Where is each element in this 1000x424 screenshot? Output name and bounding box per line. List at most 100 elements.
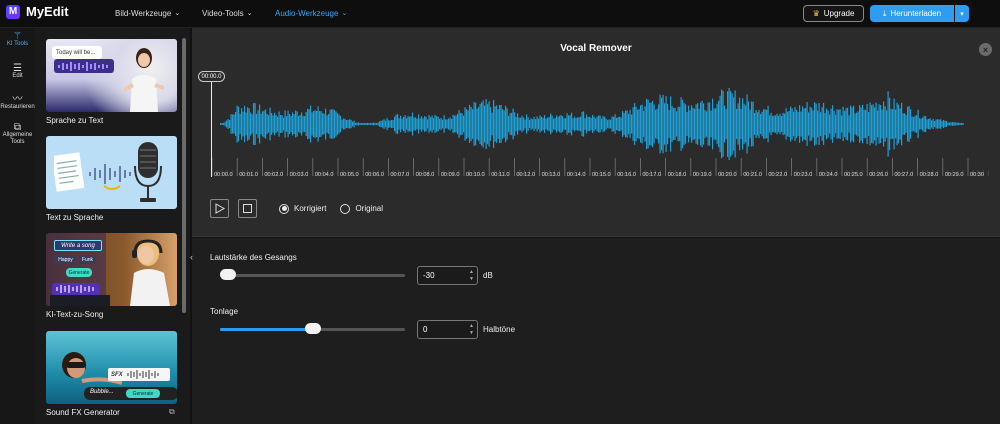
waveform-bar	[484, 105, 486, 143]
waveform-bar	[736, 109, 738, 139]
waveform-bar	[851, 107, 853, 141]
play-button[interactable]	[210, 199, 229, 218]
waveform-icon: 〰	[12, 94, 23, 105]
waveform-bar	[575, 118, 577, 130]
tool-list-scrollbar[interactable]	[182, 38, 186, 313]
radio-original[interactable]	[340, 203, 351, 214]
generate-chip: Generate	[126, 389, 160, 398]
waveform-bar	[605, 118, 607, 130]
prompt-box: Write a song	[54, 240, 102, 251]
current-time-indicator[interactable]: 00:00.0	[198, 71, 225, 82]
close-button[interactable]: ×	[979, 43, 992, 56]
waveform-bar	[941, 121, 943, 127]
stop-icon	[243, 204, 252, 213]
waveform-bar	[320, 111, 322, 137]
ruler-label: 00:05.0	[340, 172, 359, 178]
waveform-bar	[902, 113, 904, 135]
waveform-bar	[245, 112, 247, 136]
ruler-label: 00:25.0	[844, 172, 863, 178]
nav-video-tools[interactable]: Video-Tools ⌄	[202, 9, 253, 18]
tool-card-sprache-zu-text[interactable]: Today will be... Sprache zu Text	[46, 39, 177, 125]
nav-audio-werkzeuge[interactable]: Audio-Werkzeuge ⌄	[275, 9, 347, 18]
waveform-bar	[638, 109, 640, 139]
volume-input[interactable]: -30 ▲ ▼	[417, 266, 478, 285]
spinner-icon[interactable]: ▲ ▼	[469, 269, 474, 283]
pitch-input[interactable]: 0 ▲ ▼	[417, 320, 478, 339]
waveform-bar	[767, 105, 769, 143]
spinner-icon[interactable]: ▲ ▼	[469, 323, 474, 337]
timeline-ruler[interactable]: 00:00.0 00:01.0 00:02.0 00:03.0 00:04.0 00:05…	[212, 158, 1000, 183]
tool-card-text-zu-sprache[interactable]: Text zu Sprache	[46, 136, 177, 222]
external-link-icon[interactable]: ⧉	[169, 407, 175, 417]
waveform-bar	[880, 105, 882, 144]
waveform-bar	[635, 106, 637, 142]
chevron-left-icon[interactable]: ‹	[190, 252, 193, 262]
radio-label-original[interactable]: Original	[355, 204, 383, 213]
download-options-button[interactable]: ▾	[955, 5, 969, 22]
radio-label-korrigiert[interactable]: Korrigiert	[294, 204, 326, 213]
waveform-bar	[451, 119, 453, 129]
waveform-bar	[413, 117, 415, 131]
waveform-bar	[731, 93, 733, 155]
waveform-bar	[359, 123, 361, 125]
nav-bild-werkzeuge[interactable]: Bild-Werkzeuge ⌄	[115, 9, 180, 18]
waveform-bar	[319, 110, 321, 138]
volume-slider[interactable]	[220, 269, 405, 280]
waveform-bar	[866, 104, 868, 144]
waveform-bar	[569, 114, 571, 134]
waveform-bar	[677, 106, 679, 142]
upgrade-button[interactable]: ♛ Upgrade	[803, 5, 864, 22]
ruler-label: 00:02.0	[264, 172, 283, 178]
stop-button[interactable]	[238, 199, 257, 218]
radio-korrigiert[interactable]	[279, 203, 289, 214]
waveform-bar	[277, 116, 279, 132]
vocal-remover-editor: Vocal Remover × 00:00.0 00:00.0 00:01.0 00…	[192, 28, 1000, 237]
waveform-bar	[389, 120, 391, 128]
waveform-bar	[388, 120, 390, 128]
waveform-bar	[335, 111, 337, 137]
waveform-bar	[749, 109, 751, 139]
waveform-bar	[373, 122, 375, 126]
waveform-bar	[586, 114, 588, 134]
app-logo[interactable]: M MyEdit	[6, 4, 69, 19]
nav-label: Audio-Werkzeuge	[275, 9, 339, 18]
waveform-bar	[845, 108, 847, 140]
ruler-label: 00:14.0	[567, 172, 586, 178]
pitch-slider[interactable]	[220, 323, 405, 334]
sidebar-item-label: Restaurieren	[0, 104, 35, 110]
musician-figure	[130, 239, 170, 306]
sidebar-item-ki-tools[interactable]: ⚚ KI Tools	[0, 32, 35, 48]
waveform-bar	[925, 116, 927, 132]
sidebar-item-allgemeine-tools[interactable]: ⧉ Allgemeine Tools	[0, 123, 35, 146]
waveform-bar	[400, 115, 402, 133]
waveform-bar	[719, 95, 721, 153]
download-button[interactable]: ⤓ Herunterladen	[870, 5, 954, 22]
sliders-icon: ☰	[13, 63, 22, 74]
waveform-bar	[724, 105, 726, 143]
waveform-bar	[430, 117, 432, 131]
waveform-bar	[742, 98, 744, 150]
slider-thumb[interactable]	[304, 323, 321, 334]
slider-thumb[interactable]	[220, 269, 236, 280]
waveform-bar	[268, 115, 270, 133]
waveform-bar	[371, 123, 373, 126]
waveform-bar	[905, 115, 907, 133]
waveform-bar	[856, 112, 858, 136]
sidebar-item-restaurieren[interactable]: 〰 Restaurieren	[0, 94, 35, 111]
sidebar-item-edit[interactable]: ☰ Edit	[0, 63, 35, 80]
waveform-bar	[827, 110, 829, 138]
ruler-label: 00:16.0	[617, 172, 636, 178]
waveform-bar	[953, 122, 955, 126]
waveform-bar	[937, 119, 939, 129]
waveform-bar	[398, 118, 400, 130]
waveform-bar	[619, 116, 621, 132]
waveform-bar	[647, 99, 649, 149]
waveform-bar	[755, 110, 757, 138]
waveform-bar	[610, 119, 612, 129]
waveform-bar	[676, 111, 678, 137]
ruler-label: 00:23.0	[794, 172, 813, 178]
tool-card-ki-text-zu-song[interactable]: Write a song Happy Funk Generate KI-Text…	[46, 233, 177, 319]
waveform-bar	[725, 109, 727, 140]
tool-card-sound-fx-generator[interactable]: SFX Bubble... Generate Sound FX Generato…	[46, 331, 177, 417]
waveform-bar	[704, 110, 706, 139]
